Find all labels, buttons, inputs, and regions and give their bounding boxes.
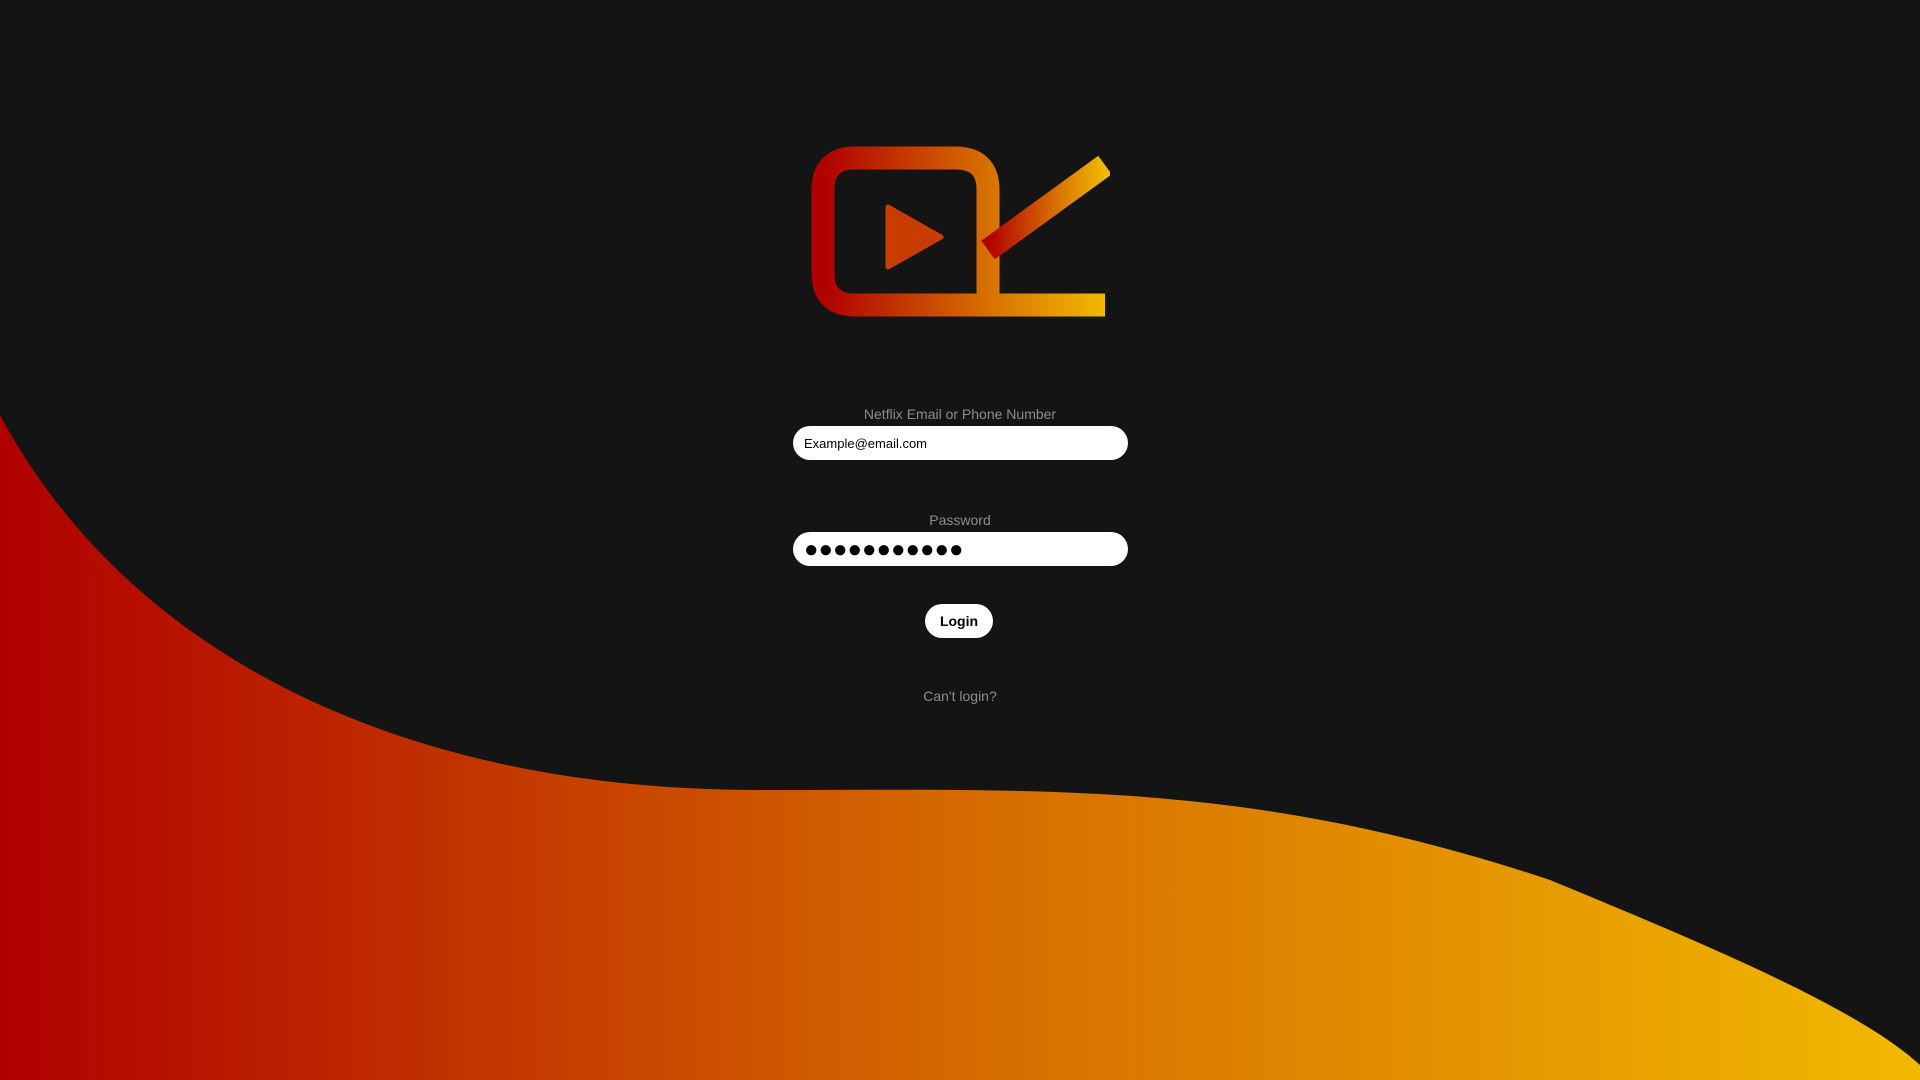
cant-login-container: Can't login?	[0, 688, 1920, 704]
password-field[interactable]	[793, 532, 1128, 566]
cant-login-link[interactable]: Can't login?	[923, 688, 997, 704]
password-label: Password	[929, 512, 991, 528]
email-field[interactable]	[793, 426, 1128, 460]
brand-logo-icon	[811, 146, 1110, 317]
login-button[interactable]: Login	[925, 604, 993, 638]
email-label: Netflix Email or Phone Number	[863, 406, 1057, 422]
login-page: Netflix Email or Phone Number Password L…	[0, 0, 1920, 1080]
